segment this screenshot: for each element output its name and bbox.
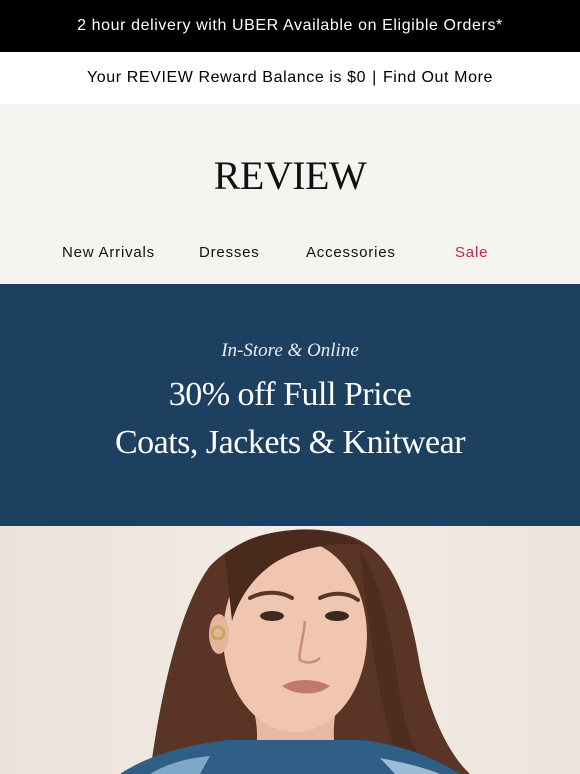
hero-image[interactable] (0, 526, 580, 774)
brand-logo[interactable]: REVIEW (0, 152, 580, 199)
announcement-bar: 2 hour delivery with UBER Available on E… (0, 0, 580, 52)
reward-balance-text: Your REVIEW Reward Balance is $0 (86, 69, 367, 86)
nav-item-new-arrivals[interactable]: New Arrivals (62, 244, 155, 261)
site-header: REVIEW New Arrivals Dresses Accessories … (0, 104, 580, 284)
announcement-text: 2 hour delivery with UBER Available on E… (77, 17, 503, 34)
promo-banner[interactable]: In-Store & Online 30% off Full Price Coa… (0, 284, 580, 526)
nav-item-dresses[interactable]: Dresses (199, 244, 260, 261)
nav-item-accessories[interactable]: Accessories (306, 244, 396, 261)
main-nav: New Arrivals Dresses Accessories Sale (0, 244, 580, 264)
promo-headline: 30% off Full Price (168, 376, 412, 413)
reward-separator: | (372, 69, 377, 86)
nav-item-sale[interactable]: Sale (455, 244, 488, 261)
model-portrait-image (120, 529, 470, 774)
find-out-more-link[interactable]: Find Out More (383, 69, 493, 87)
promo-subtitle: In-Store & Online (221, 340, 359, 361)
promo-categories: Coats, Jackets & Knitwear (114, 424, 466, 461)
reward-bar: Your REVIEW Reward Balance is $0 | Find … (0, 52, 580, 104)
